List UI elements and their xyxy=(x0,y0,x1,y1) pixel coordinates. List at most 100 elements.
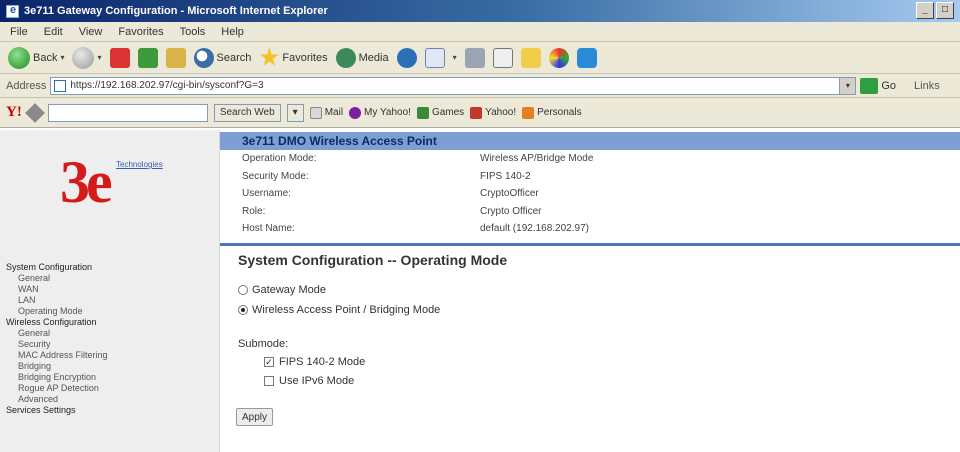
nav-rogue-ap-detection[interactable]: Rogue AP Detection xyxy=(6,383,108,394)
home-icon[interactable] xyxy=(165,47,186,68)
history-icon[interactable] xyxy=(396,47,417,68)
msn-icon[interactable] xyxy=(548,47,569,68)
messenger-icon[interactable] xyxy=(576,47,597,68)
ap-bridging-mode-radio[interactable] xyxy=(238,305,248,315)
forward-dropdown-icon[interactable]: ▾ xyxy=(97,53,101,62)
menu-tools[interactable]: Tools xyxy=(180,26,206,38)
search-icon xyxy=(193,47,214,68)
window-title-bar: 3e711 Gateway Configuration - Microsoft … xyxy=(0,0,960,22)
edit-icon[interactable] xyxy=(492,47,513,68)
ipv6-mode-checkbox[interactable] xyxy=(264,376,274,386)
search-button[interactable]: Search xyxy=(193,47,252,68)
search-web-button[interactable]: Search Web xyxy=(213,103,281,122)
go-arrow-icon xyxy=(860,77,879,94)
device-info-table: 3e711 DMO Wireless Access Point Operatio… xyxy=(220,132,960,246)
pen-icon[interactable] xyxy=(24,102,45,123)
nav-operating-mode[interactable]: Operating Mode xyxy=(6,306,108,317)
yahoo-label: Yahoo! xyxy=(485,107,517,118)
info-value: Wireless AP/Bridge Mode xyxy=(480,153,594,165)
address-label: Address xyxy=(6,79,47,92)
games-icon xyxy=(416,106,429,119)
links-button[interactable]: Links xyxy=(914,80,940,92)
yahoo-search-input[interactable] xyxy=(47,103,208,122)
info-row: Host Name: default (192.168.202.97) xyxy=(220,220,960,238)
nav-wan[interactable]: WAN xyxy=(6,284,108,295)
go-label: Go xyxy=(881,79,897,92)
mail-dropdown-icon[interactable]: ▾ xyxy=(453,53,457,62)
ipv6-mode-option[interactable]: Use IPv6 Mode xyxy=(264,375,354,387)
page-title: System Configuration -- Operating Mode xyxy=(238,252,508,268)
games-button[interactable]: Games xyxy=(416,106,465,119)
personals-button[interactable]: Personals xyxy=(522,106,582,119)
nav-bridging[interactable]: Bridging xyxy=(6,361,108,372)
back-button[interactable]: Back ▾ xyxy=(8,46,64,69)
menu-file[interactable]: File xyxy=(10,26,28,38)
page-content: 3e Technologies System Configuration Gen… xyxy=(0,130,960,452)
envelope-icon xyxy=(309,106,322,119)
info-row: Security Mode: FIPS 140-2 xyxy=(220,168,960,186)
menu-edit[interactable]: Edit xyxy=(44,26,63,38)
nav-general[interactable]: General xyxy=(6,273,108,284)
media-icon xyxy=(335,47,356,68)
media-button[interactable]: Media xyxy=(335,47,389,68)
info-value: default (192.168.202.97) xyxy=(480,223,589,235)
my-yahoo-button[interactable]: My Yahoo! xyxy=(349,106,411,119)
brand-logo: 3e xyxy=(60,149,113,215)
fips-mode-checkbox[interactable]: ✓ xyxy=(264,357,274,367)
yahoo-button[interactable]: Yahoo! xyxy=(470,106,517,119)
nav-mac-filtering[interactable]: MAC Address Filtering xyxy=(6,350,108,361)
page-icon xyxy=(54,79,67,92)
info-key: Security Mode: xyxy=(242,170,309,182)
standard-toolbar: Back ▾ ▾ Search Favorites Media ▾ xyxy=(0,42,960,74)
ap-bridging-mode-option[interactable]: Wireless Access Point / Bridging Mode xyxy=(238,304,440,316)
favorites-button[interactable]: Favorites xyxy=(259,47,328,68)
mail-icon[interactable] xyxy=(424,47,445,68)
window-title: 3e711 Gateway Configuration - Microsoft … xyxy=(24,5,328,17)
nav-system-configuration[interactable]: System Configuration xyxy=(6,262,108,273)
main-panel: 3e711 DMO Wireless Access Point Operatio… xyxy=(220,130,960,452)
nav-security[interactable]: Security xyxy=(6,339,108,350)
submode-label: Submode: xyxy=(238,338,289,350)
nav-advanced[interactable]: Advanced xyxy=(6,394,108,405)
info-row: Operation Mode: Wireless AP/Bridge Mode xyxy=(220,150,960,168)
go-button[interactable]: Go xyxy=(860,77,897,94)
gateway-mode-option[interactable]: Gateway Mode xyxy=(238,284,326,296)
address-input[interactable]: https://192.168.202.97/cgi-bin/sysconf?G… xyxy=(50,76,857,95)
favorites-label: Favorites xyxy=(282,51,328,64)
fips-mode-option[interactable]: ✓ FIPS 140-2 Mode xyxy=(264,356,365,368)
refresh-icon[interactable] xyxy=(137,47,158,68)
brand-tagline[interactable]: Technologies xyxy=(116,160,163,169)
info-row: Username: CryptoOfficer xyxy=(220,185,960,203)
stop-icon[interactable] xyxy=(109,47,130,68)
window-controls: _ □ xyxy=(916,2,954,19)
yahoo-toolbar: Y! Search Web ▾ Mail My Yahoo! Games Yah… xyxy=(0,98,960,128)
yahoo-logo[interactable]: Y! xyxy=(6,104,22,121)
nav-bridging-encryption[interactable]: Bridging Encryption xyxy=(6,372,108,383)
back-dropdown-icon[interactable]: ▾ xyxy=(60,53,64,62)
menu-favorites[interactable]: Favorites xyxy=(118,26,163,38)
folder-icon[interactable] xyxy=(520,47,541,68)
nav-services-settings[interactable]: Services Settings xyxy=(6,405,108,416)
mail-label: Mail xyxy=(324,107,344,118)
search-dropdown-button[interactable]: ▾ xyxy=(286,103,304,122)
nav-wireless-general[interactable]: General xyxy=(6,328,108,339)
apply-button[interactable]: Apply xyxy=(236,408,274,426)
address-dropdown-icon[interactable]: ▾ xyxy=(839,77,856,94)
my-yahoo-label: My Yahoo! xyxy=(364,107,411,118)
forward-button[interactable]: ▾ xyxy=(72,46,102,69)
menu-help[interactable]: Help xyxy=(221,26,244,38)
minimize-button[interactable]: _ xyxy=(916,2,934,19)
info-value: CryptoOfficer xyxy=(480,188,539,200)
address-bar: Address https://192.168.202.97/cgi-bin/s… xyxy=(0,74,960,98)
games-label: Games xyxy=(431,107,465,118)
search-label: Search xyxy=(216,51,252,64)
maximize-button[interactable]: □ xyxy=(936,2,954,19)
info-key: Operation Mode: xyxy=(242,153,317,165)
nav-lan[interactable]: LAN xyxy=(6,295,108,306)
gateway-mode-radio[interactable] xyxy=(238,285,248,295)
menu-view[interactable]: View xyxy=(79,26,103,38)
mail-button[interactable]: Mail xyxy=(309,106,344,119)
back-arrow-icon xyxy=(8,46,30,69)
nav-wireless-configuration[interactable]: Wireless Configuration xyxy=(6,317,108,328)
print-icon[interactable] xyxy=(464,47,485,68)
